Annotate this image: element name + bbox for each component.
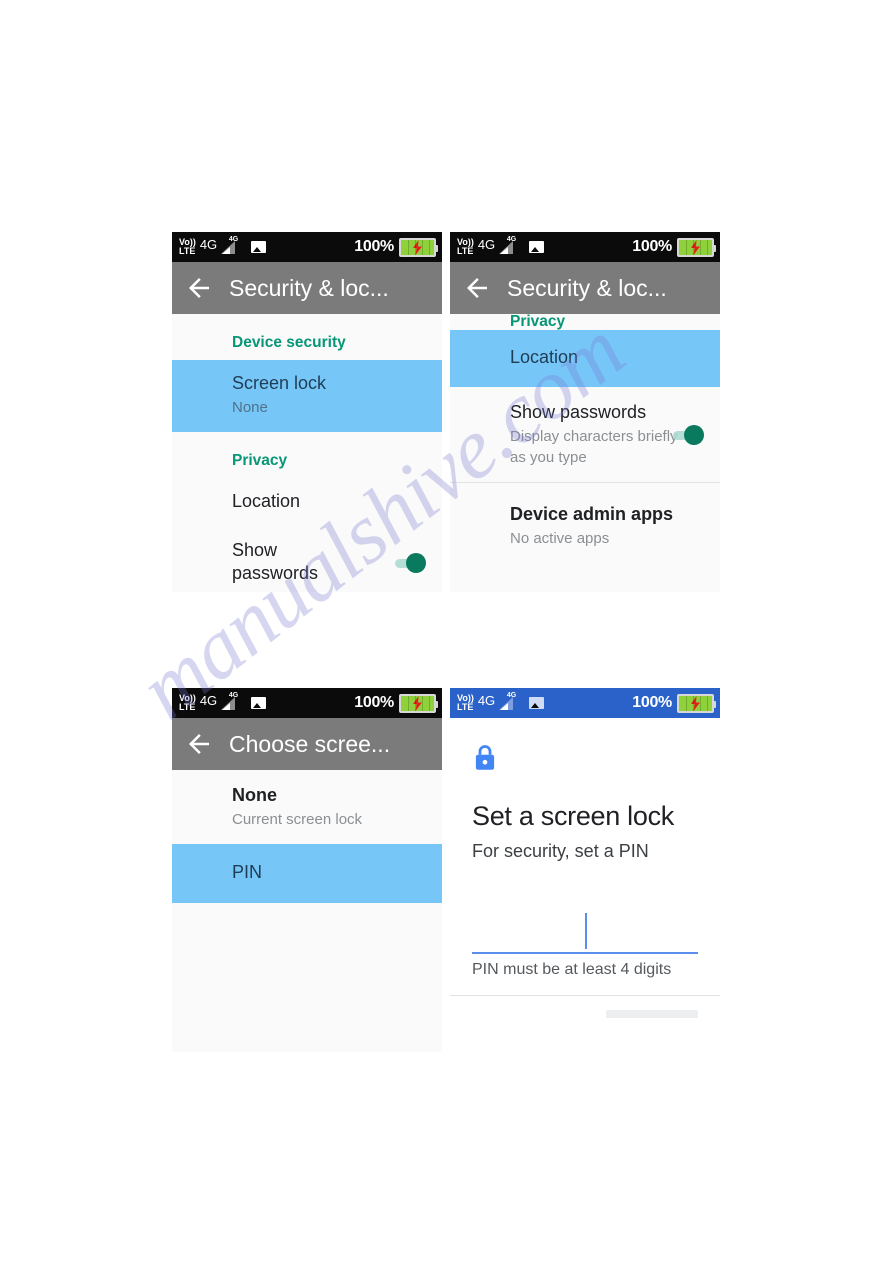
list-item-location[interactable]: Location [450,330,720,387]
page-title: Security & loc... [507,274,667,301]
phone-screenshot-security-scrolled: Vo)) LTE 4G 4G 100% Security & loc... Pr [450,232,720,592]
volte-indicator: Vo)) LTE [457,237,474,257]
set-screen-lock-body: Set a screen lock For security, set a PI… [450,744,720,1018]
volte-indicator: Vo)) LTE [179,237,196,257]
toolbar: Choose scree... [172,718,442,770]
page-title: Choose scree... [229,730,391,757]
page-heading: Set a screen lock [472,801,675,831]
image-icon [529,697,545,709]
phone-screenshot-choose-screen-lock: Vo)) LTE 4G 4G 100% Choose scree... None… [172,688,442,1052]
image-icon [251,241,267,253]
show-passwords-toggle[interactable] [384,553,426,573]
status-bar-right: 100% [632,693,716,713]
screen-lock-options-list: None Current screen lock PIN [172,770,442,903]
status-bar-right: 100% [354,237,438,257]
battery-percent-label: 100% [354,238,394,255]
list-item-title: Location [510,347,579,367]
network-type-label: 4G [199,692,218,708]
list-item-pin[interactable]: PIN [172,844,442,903]
list-item-none[interactable]: None Current screen lock [172,770,442,844]
network-type-label: 4G [477,692,496,708]
list-item-title: Location [232,491,301,511]
list-item-title: Device admin apps [510,504,674,524]
volte-line-2: LTE [179,702,196,712]
image-icon [251,697,267,709]
battery-charging-icon [677,693,716,713]
battery-charging-icon [399,237,438,257]
text-caret [585,913,587,949]
volte-indicator: Vo)) LTE [457,693,474,713]
signal-network-label: 4G [506,691,517,699]
lock-icon [472,744,698,779]
signal-network-label: 4G [228,691,239,699]
list-item-title: Show passwords [232,540,319,583]
battery-charging-icon [399,693,438,713]
image-icon [529,241,545,253]
signal-strength-icon: 4G [499,691,517,711]
section-header-privacy-partial: Privacy [450,314,720,330]
list-item-location[interactable]: Location [172,478,442,527]
list-item-subtitle: Current screen lock [232,811,363,828]
page-title: Security & loc... [229,274,389,301]
back-arrow-icon[interactable] [184,729,214,759]
section-header-device-security: Device security [232,334,346,351]
status-bar-left: Vo)) LTE 4G 4G [457,691,545,713]
list-item-screen-lock[interactable]: Screen lock None [172,360,442,432]
back-arrow-icon[interactable] [184,273,214,303]
pin-helper-text: PIN must be at least 4 digits [472,961,672,978]
settings-list: Device security Screen lock None Privacy… [172,314,442,592]
list-item-subtitle: None [232,399,268,416]
battery-charging-icon [677,237,716,257]
section-header-privacy: Privacy [232,452,288,469]
signal-strength-icon: 4G [221,235,239,255]
status-bar: Vo)) LTE 4G 4G 100% [450,232,720,262]
status-bar-left: Vo)) LTE 4G 4G [457,235,545,257]
list-item-show-passwords[interactable]: Show passwords Display characters briefl… [450,387,720,482]
battery-percent-label: 100% [632,238,672,255]
list-item-title: PIN [232,862,263,882]
list-item-title: None [232,785,277,805]
page-subheading: For security, set a PIN [472,841,649,861]
network-type-label: 4G [477,236,496,252]
signal-strength-icon: 4G [499,235,517,255]
volte-indicator: Vo)) LTE [179,693,196,713]
show-passwords-toggle[interactable] [662,424,704,445]
pin-input[interactable] [472,910,698,954]
phone-screenshot-set-screen-lock: Vo)) LTE 4G 4G 100% Set a screen lock Fo… [450,688,720,1018]
network-type-label: 4G [199,236,218,252]
next-button[interactable]: NEXT [606,1010,698,1018]
status-bar-right: 100% [632,237,716,257]
battery-percent-label: 100% [632,694,672,711]
back-arrow-icon[interactable] [462,273,492,303]
settings-list: Privacy Location Show passwords Display … [450,314,720,569]
volte-line-2: LTE [179,246,196,256]
battery-percent-label: 100% [354,694,394,711]
status-bar: Vo)) LTE 4G 4G 100% [450,688,720,718]
dialog-actions: CANCEL NEXT [472,1010,698,1018]
cancel-button[interactable]: CANCEL [472,1016,550,1018]
list-item-subtitle: No active apps [510,530,610,547]
signal-network-label: 4G [506,235,517,243]
status-bar-left: Vo)) LTE 4G 4G [179,691,267,713]
list-item-show-passwords[interactable]: Show passwords [172,527,442,592]
list-item-subtitle: Display characters briefly as you type [510,428,678,466]
signal-strength-icon: 4G [221,691,239,711]
signal-network-label: 4G [228,235,239,243]
status-bar: Vo)) LTE 4G 4G 100% [172,232,442,262]
phone-screenshot-security-main: Vo)) LTE 4G 4G 100% Security & loc... De [172,232,442,592]
toolbar: Security & loc... [450,262,720,314]
watermark-overlay: manualshive.com [0,0,893,1263]
list-item-device-admin-apps[interactable]: Device admin apps No active apps [450,483,720,569]
section-divider [450,995,720,996]
toolbar: Security & loc... [172,262,442,314]
volte-line-2: LTE [457,246,474,256]
status-bar-left: Vo)) LTE 4G 4G [179,235,267,257]
status-bar: Vo)) LTE 4G 4G 100% [172,688,442,718]
status-bar-right: 100% [354,693,438,713]
list-item-title: Screen lock [232,373,327,393]
volte-line-2: LTE [457,702,474,712]
list-item-title: Show passwords [510,402,647,422]
